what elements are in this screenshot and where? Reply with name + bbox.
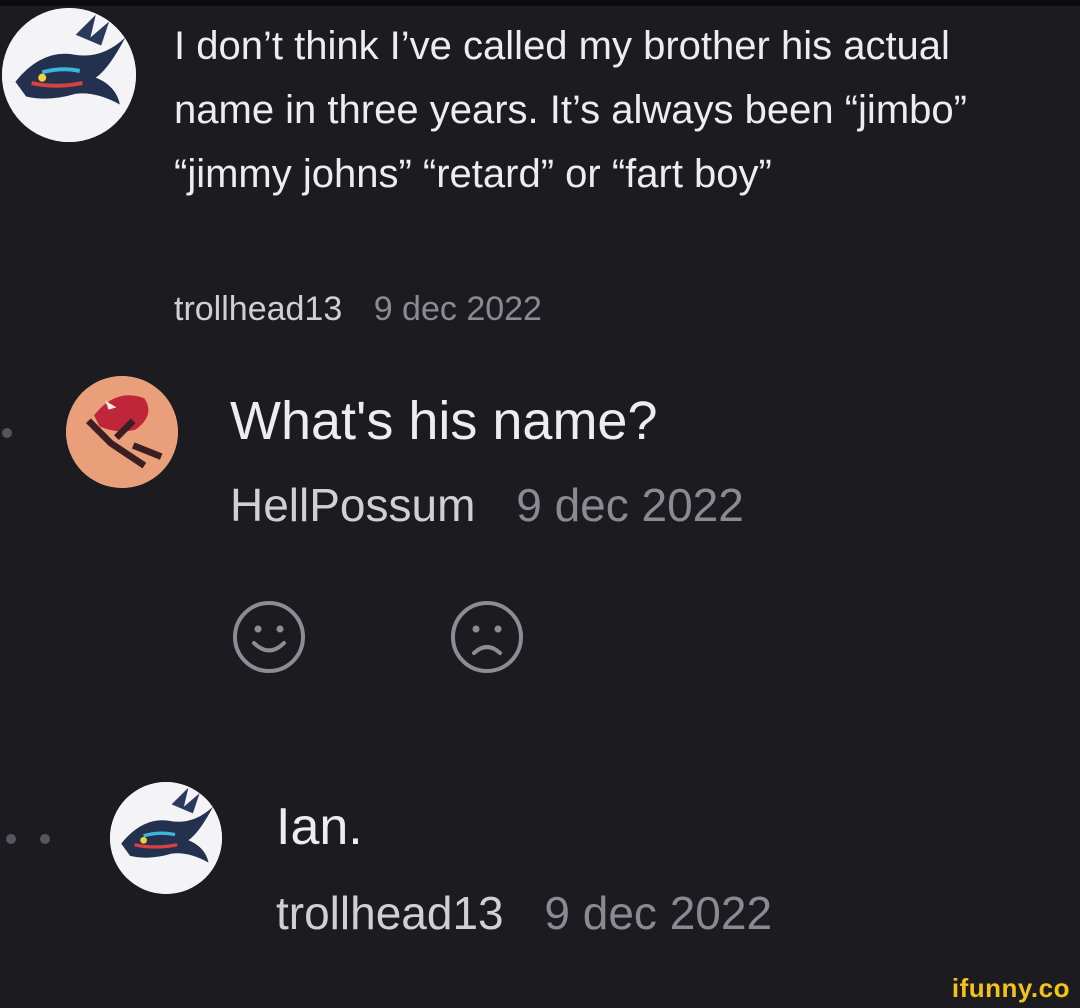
kyogre-avatar-icon	[110, 782, 222, 894]
like-button[interactable]	[230, 598, 308, 676]
thread-indent-dot	[40, 834, 50, 844]
user-avatar[interactable]	[66, 376, 178, 488]
username[interactable]: trollhead13	[174, 290, 342, 328]
top-edge	[0, 0, 1080, 6]
comment-text: Ian.	[276, 798, 363, 856]
pokemon-avatar-icon	[66, 376, 178, 488]
comment-meta: trollhead13 9 dec 2022	[174, 290, 542, 329]
timestamp: 9 dec 2022	[373, 290, 542, 328]
thread-indent-dot	[6, 834, 16, 844]
sad-face-icon	[451, 601, 523, 673]
comment-meta: trollhead13 9 dec 2022	[276, 886, 772, 940]
user-avatar[interactable]	[110, 782, 222, 894]
smile-face-icon	[233, 601, 305, 673]
thread-indent-dot	[2, 428, 12, 438]
comment-text: I don’t think I’ve called my brother his…	[174, 24, 967, 196]
username[interactable]: HellPossum	[230, 479, 475, 531]
username[interactable]: trollhead13	[276, 887, 504, 939]
user-avatar[interactable]	[2, 8, 136, 142]
timestamp: 9 dec 2022	[516, 479, 744, 531]
comment-meta: HellPossum 9 dec 2022	[230, 478, 744, 532]
kyogre-avatar-icon	[2, 8, 136, 142]
ifunny-watermark: ifunny.co	[951, 973, 1070, 1003]
timestamp: 9 dec 2022	[544, 887, 773, 939]
dislike-button[interactable]	[448, 598, 526, 676]
comment-text: What's his name?	[230, 391, 658, 451]
